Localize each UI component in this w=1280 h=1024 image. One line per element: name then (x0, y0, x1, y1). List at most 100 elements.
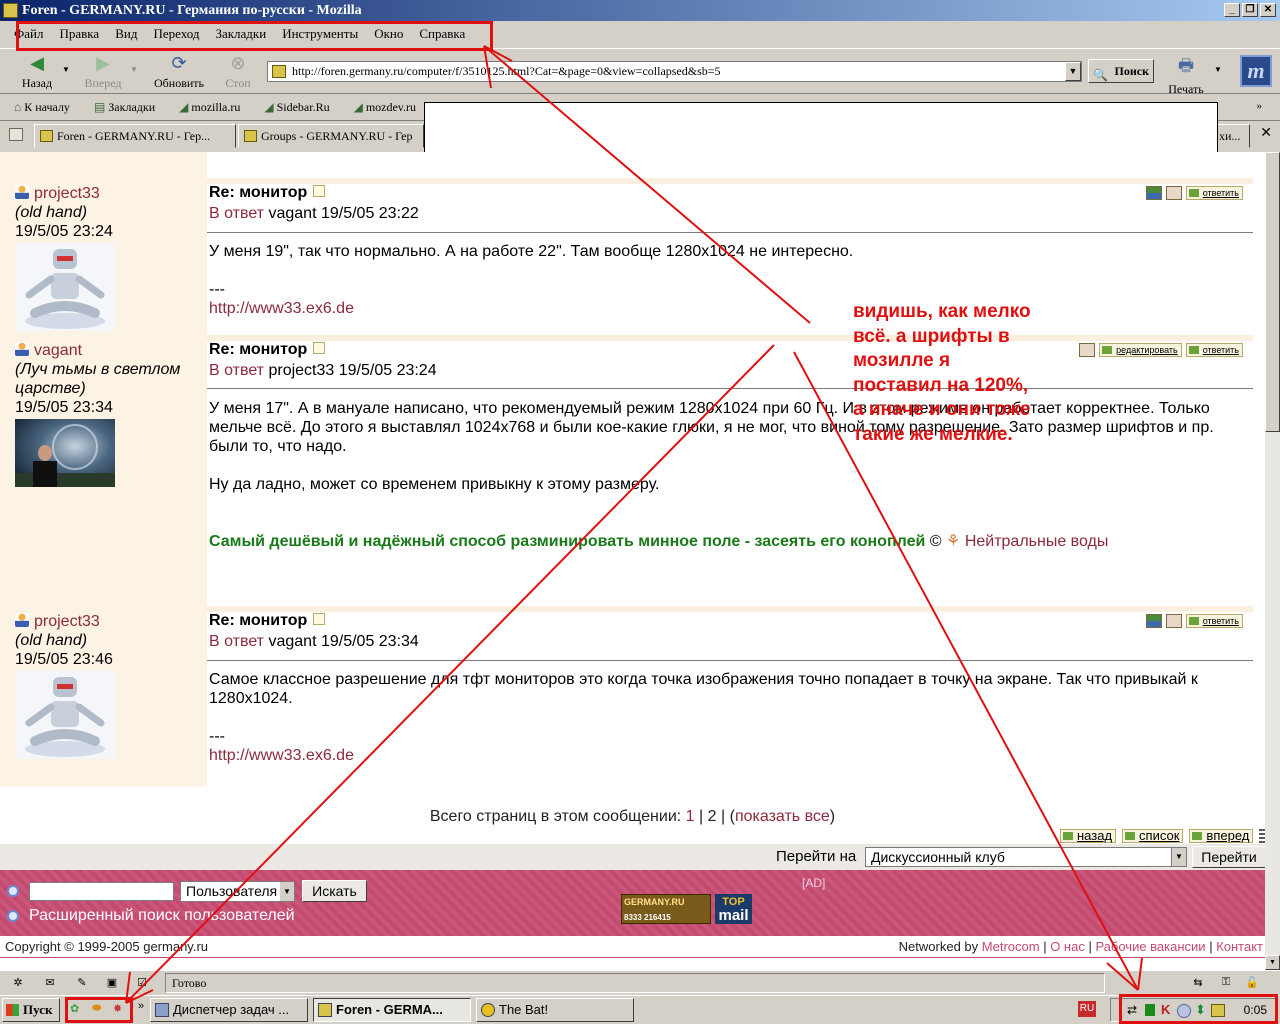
user-icon (15, 185, 29, 199)
jobs-link[interactable]: Рабочие вакансии (1095, 939, 1205, 954)
page-1-link[interactable]: 1 (686, 808, 695, 825)
post-divider (207, 660, 1253, 661)
reply-button[interactable]: ответить (1185, 343, 1243, 357)
mozilla-task[interactable]: Foren - GERMA... (313, 998, 471, 1022)
author-name-link[interactable]: vagant (34, 342, 82, 359)
bookmark-icon: ◢ (179, 100, 189, 114)
the-bat-task[interactable]: The Bat! (476, 998, 634, 1022)
task-manager-task[interactable]: Диспетчер задач ... (150, 998, 308, 1022)
close-window-button[interactable]: ✕ (1260, 3, 1276, 17)
post-divider (207, 388, 1253, 389)
close-tab-icon[interactable]: ✕ (1260, 127, 1272, 141)
reply-to-link[interactable]: В ответ (209, 205, 264, 222)
user-info-icon[interactable] (1145, 186, 1162, 200)
search-button[interactable]: 🔍 Поиск (1088, 59, 1154, 83)
url-dropdown-icon[interactable]: ▼ (1065, 62, 1081, 81)
restore-button[interactable]: ❐ (1242, 3, 1258, 17)
back-button[interactable]: ◀ Назад (18, 53, 56, 91)
navigator-icon[interactable]: ✲ (10, 976, 26, 989)
advanced-search-link[interactable]: Расширенный поиск пользователей (29, 907, 295, 925)
bookmarks-overflow-icon[interactable]: » (1257, 100, 1263, 112)
page-scrollbar[interactable]: ▼ (1265, 152, 1280, 970)
reply-to-link[interactable]: В ответ (209, 633, 264, 650)
message-icon (313, 613, 326, 625)
print-button[interactable]: 🖶 Печать (1162, 53, 1210, 97)
back-dropdown-icon[interactable]: ▼ (62, 65, 70, 74)
thread-navigation: назад список вперед (1060, 829, 1265, 843)
forward-dropdown-icon[interactable]: ▼ (130, 65, 138, 74)
bookmark-sidebar-ru[interactable]: ◢ Sidebar.Ru (264, 100, 341, 115)
start-button[interactable]: Пуск (2, 998, 60, 1022)
signature-link[interactable]: http://www33.ex6.de (209, 746, 1249, 765)
search-icon (7, 885, 19, 897)
post-header-bar (207, 335, 1253, 341)
user-search-input[interactable] (29, 882, 174, 901)
post-body-line: Ну да ладно, может со временем привыкну … (209, 476, 660, 493)
print-post-icon[interactable] (1079, 343, 1096, 357)
site-favicon (272, 65, 286, 78)
minimize-button[interactable]: _ (1224, 3, 1240, 17)
search-type-select[interactable]: Пользователя ▼ (180, 881, 295, 902)
scroll-down-icon[interactable]: ▼ (1265, 955, 1280, 970)
germany-ru-banner[interactable]: GERMANY.RU 8333 216415 (621, 894, 711, 924)
signature-link[interactable]: Нейтральные воды (965, 533, 1109, 550)
new-tab-icon[interactable] (9, 128, 23, 141)
user-info-icon[interactable] (1145, 614, 1162, 628)
bookmark-mozilla-ru[interactable]: ◢ mozilla.ru (179, 100, 252, 115)
user-icon (15, 613, 29, 627)
chatzilla-icon[interactable]: ☑ (134, 976, 150, 989)
post-author: project33 (old hand) 19/5/05 23:46 (15, 612, 200, 764)
forward-arrow-icon: ▶ (96, 53, 110, 73)
windows-taskbar: Пуск ✿ ⬬ ✸ » Диспетчер задач ... Foren -… (0, 995, 1280, 1024)
bookmark-icon: ◢ (264, 100, 274, 114)
forward-button[interactable]: ▶ Вперед (80, 53, 126, 91)
thread-list-button[interactable]: список (1122, 829, 1184, 843)
topmail-banner[interactable]: TOP mail (715, 894, 752, 924)
post-reply-info: В ответ project33 19/5/05 23:24 (209, 362, 437, 379)
bookmark-bookmarks[interactable]: ▤ Закладки (94, 100, 167, 115)
tab-foren[interactable]: Foren - GERMANY.RU - Гер... (34, 124, 236, 148)
author-rank: (Луч тьмы в светлом царстве) (15, 361, 181, 397)
task-manager-icon (155, 1003, 169, 1017)
tab-overflow[interactable]: хи... (1216, 124, 1250, 148)
address-book-icon[interactable]: ▣ (104, 976, 120, 989)
reply-button[interactable]: ответить (1185, 614, 1243, 628)
mail-icon[interactable]: ✉ (42, 976, 58, 989)
contact-link[interactable]: Контакт (1216, 939, 1263, 954)
tab-groups[interactable]: Groups - GERMANY.RU - Гер (238, 124, 424, 148)
author-name-link[interactable]: project33 (34, 613, 100, 630)
footer-links: Networked by Metrocom | О нас | Рабочие … (898, 939, 1263, 954)
reply-button[interactable]: ответить (1185, 186, 1243, 200)
bookmark-home[interactable]: ⌂ К началу (14, 100, 82, 115)
post-date: 19/5/05 23:46 (15, 651, 113, 668)
author-name-link[interactable]: project33 (34, 185, 100, 202)
print-dropdown-icon[interactable]: ▼ (1214, 65, 1222, 74)
print-post-icon[interactable] (1165, 186, 1182, 200)
pagination: Всего страниц в этом сообщении: 1 | 2 | … (429, 808, 836, 825)
window-title-bar: Foren - GERMANY.RU - Германия по-русски … (0, 0, 1280, 21)
language-indicator[interactable]: RU (1078, 1001, 1096, 1017)
forum-select[interactable]: Дискуссионный клуб ▼ (865, 847, 1187, 867)
user-icon (15, 342, 29, 356)
edit-button[interactable]: редактировать (1099, 343, 1182, 357)
metrocom-link[interactable]: Metrocom (982, 939, 1040, 954)
url-input[interactable]: http://foren.germany.ru/computer/f/35101… (267, 61, 1082, 82)
show-all-link[interactable]: показать все (735, 808, 830, 825)
reply-to-link[interactable]: В ответ (209, 362, 264, 379)
about-link[interactable]: О нас (1050, 939, 1085, 954)
signature-separator: --- (209, 281, 225, 298)
next-thread-button[interactable]: вперед (1189, 829, 1254, 843)
print-post-icon[interactable] (1165, 614, 1182, 628)
bookmark-mozdev-ru[interactable]: ◢ mozdev.ru (354, 100, 428, 115)
chevron-down-icon: ▼ (280, 882, 294, 901)
previous-thread-button[interactable]: назад (1060, 829, 1117, 843)
goto-button[interactable]: Перейти (1192, 846, 1265, 868)
post-body: У меня 17". А в мануале написано, что ре… (209, 400, 1219, 455)
tooltip-popup (424, 102, 1218, 154)
scrollbar-thumb[interactable] (1265, 152, 1280, 432)
search-users-button[interactable]: Искать (302, 880, 367, 902)
reload-button[interactable]: ⟳ Обновить (150, 53, 208, 91)
stop-button[interactable]: ⊗ Стоп (222, 53, 254, 91)
composer-icon[interactable]: ✎ (74, 976, 90, 989)
signature-link[interactable]: http://www33.ex6.de (209, 299, 1249, 318)
